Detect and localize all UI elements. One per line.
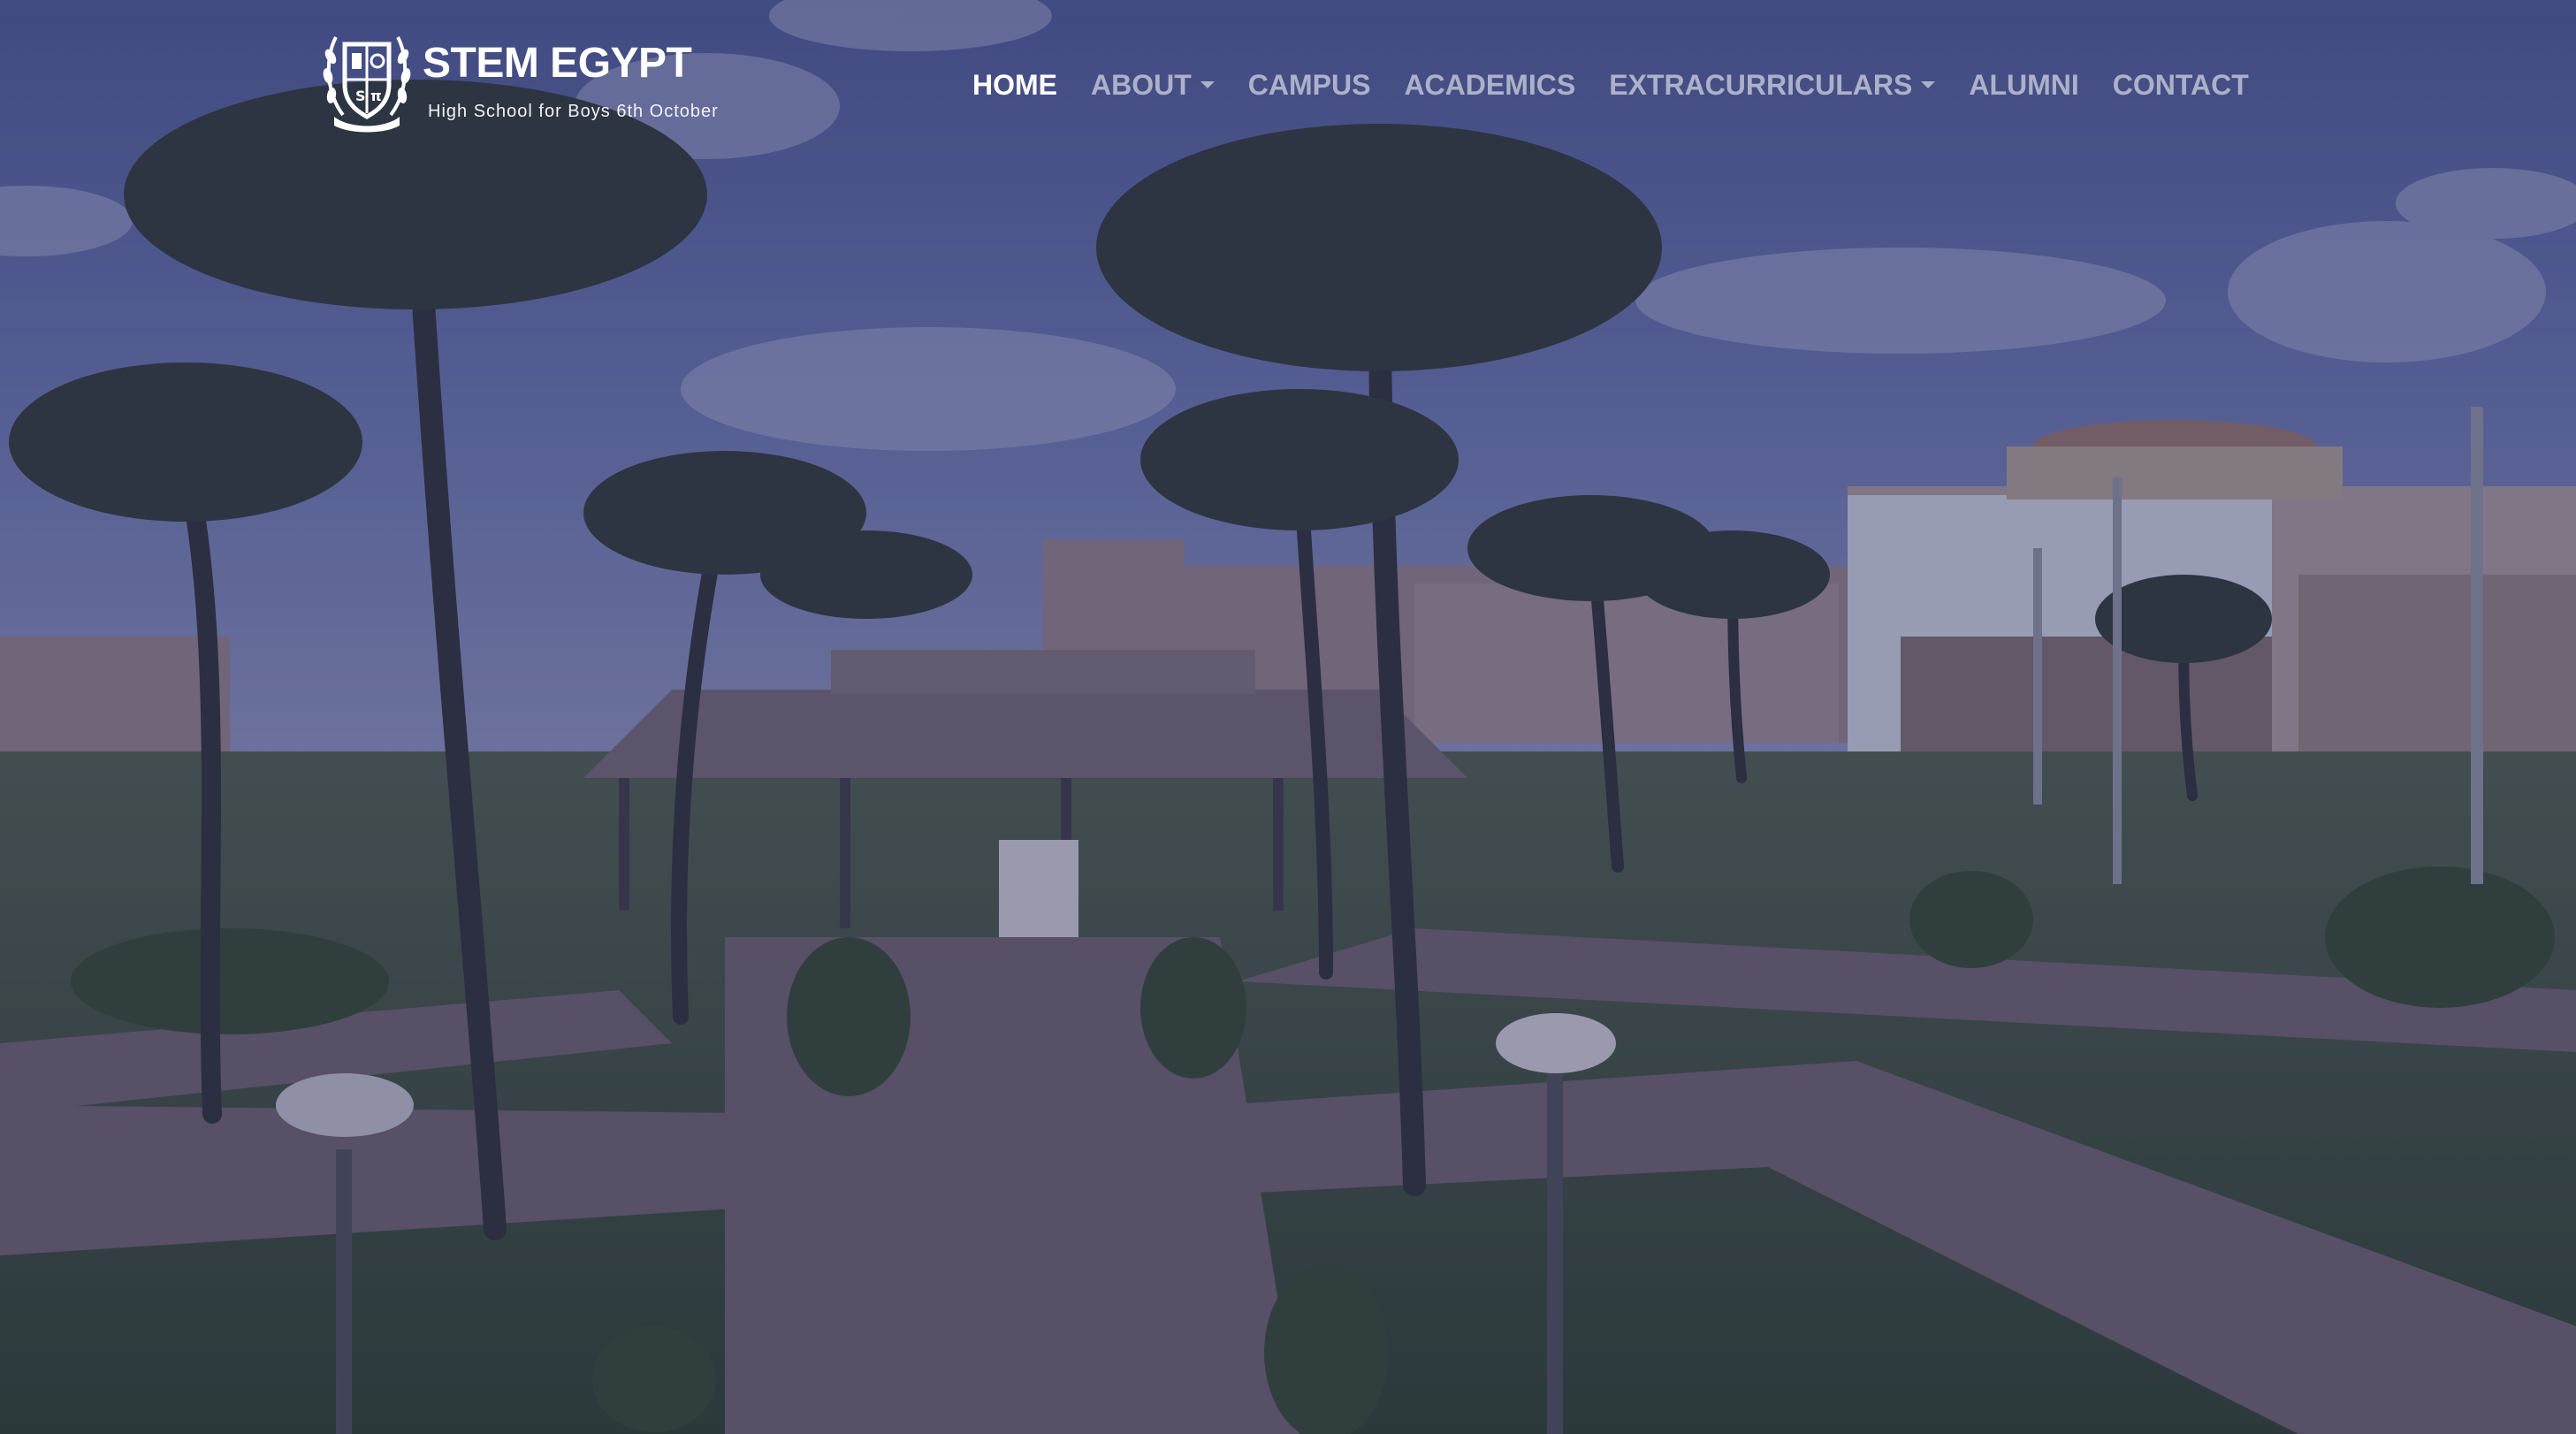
nav-item-contact[interactable]: CONTACT	[2113, 71, 2249, 99]
page: S π STEM EGYPT High School for Boys 6th …	[0, 0, 2576, 1434]
caret-down-icon	[1200, 81, 1215, 88]
nav-item-alumni[interactable]: ALUMNI	[1969, 71, 2078, 99]
nav-item-extracurriculars[interactable]: EXTRACURRICULARS	[1609, 69, 1936, 101]
main-navigation: HOME ABOUT CAMPUS ACADEMICS EXTRACURRICU…	[972, 62, 2249, 108]
nav-alumni-label: ALUMNI	[1969, 69, 2079, 101]
nav-item-campus[interactable]: CAMPUS	[1248, 71, 1371, 99]
svg-text:S: S	[355, 88, 366, 104]
nav-contact-label: CONTACT	[2112, 69, 2249, 101]
nav-item-home[interactable]: HOME	[972, 71, 1057, 99]
nav-academics-label: ACADEMICS	[1404, 69, 1576, 101]
svg-text:π: π	[370, 88, 382, 104]
nav-home-label: HOME	[972, 69, 1057, 101]
nav-about-label: ABOUT	[1091, 69, 1192, 101]
caret-down-icon	[1921, 81, 1936, 88]
nav-campus-label: CAMPUS	[1247, 69, 1371, 101]
brand-logo-link[interactable]: S π STEM EGYPT High School for Boys 6th …	[318, 27, 725, 141]
hero-background-image	[0, 0, 2576, 1434]
brand-tagline: High School for Boys 6th October	[428, 102, 719, 121]
site-header: S π STEM EGYPT High School for Boys 6th …	[0, 0, 2576, 168]
school-crest-logo: S π	[323, 36, 411, 133]
brand-name: STEM EGYPT	[423, 40, 692, 87]
nav-item-academics[interactable]: ACADEMICS	[1404, 71, 1575, 99]
nav-item-about[interactable]: ABOUT	[1091, 71, 1215, 99]
nav-extracurriculars-label: EXTRACURRICULARS	[1609, 69, 1913, 101]
